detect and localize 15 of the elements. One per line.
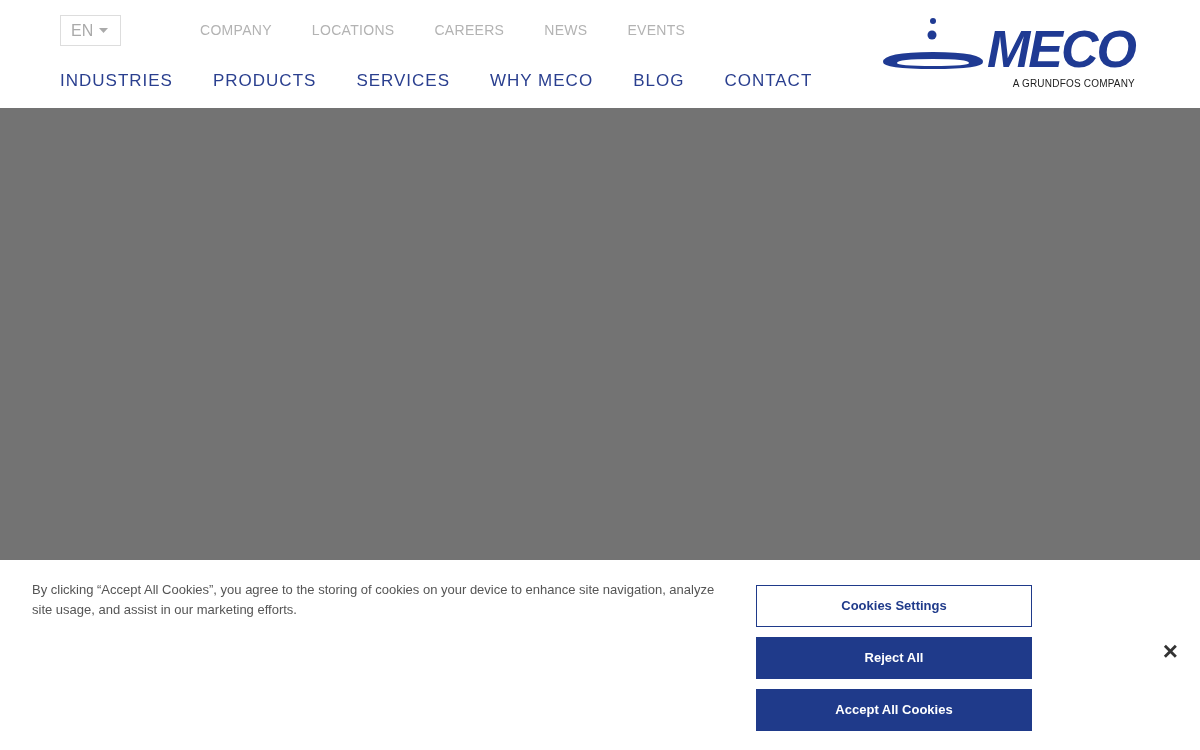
main-nav-link[interactable]: BLOG: [633, 68, 685, 94]
logo-mark-icon: [883, 16, 983, 72]
main-nav-link[interactable]: INDUSTRIES: [60, 68, 173, 94]
cookie-button[interactable]: Reject All: [756, 637, 1032, 679]
close-button[interactable]: ×: [1162, 638, 1178, 664]
logo-tagline: A GRUNDFOS COMPANY: [1012, 77, 1135, 91]
logo-wordmark: MECO: [987, 26, 1135, 72]
main-nav-link[interactable]: CONTACT: [724, 68, 813, 94]
cookie-button[interactable]: Cookies Settings: [756, 585, 1032, 627]
main-nav-link[interactable]: WHY MECO: [490, 68, 594, 94]
cookie-button[interactable]: Accept All Cookies: [756, 689, 1032, 731]
main-nav-link[interactable]: PRODUCTS: [212, 68, 317, 94]
cookie-notice-text: By clicking “Accept All Cookies”, you agree to the storing of cookies on your device to enhance site navigation, analyze site usage, and assist in our marketing efforts.: [32, 581, 716, 619]
caret-icon: [99, 28, 109, 33]
main-nav-link[interactable]: SERVICES: [356, 68, 451, 94]
